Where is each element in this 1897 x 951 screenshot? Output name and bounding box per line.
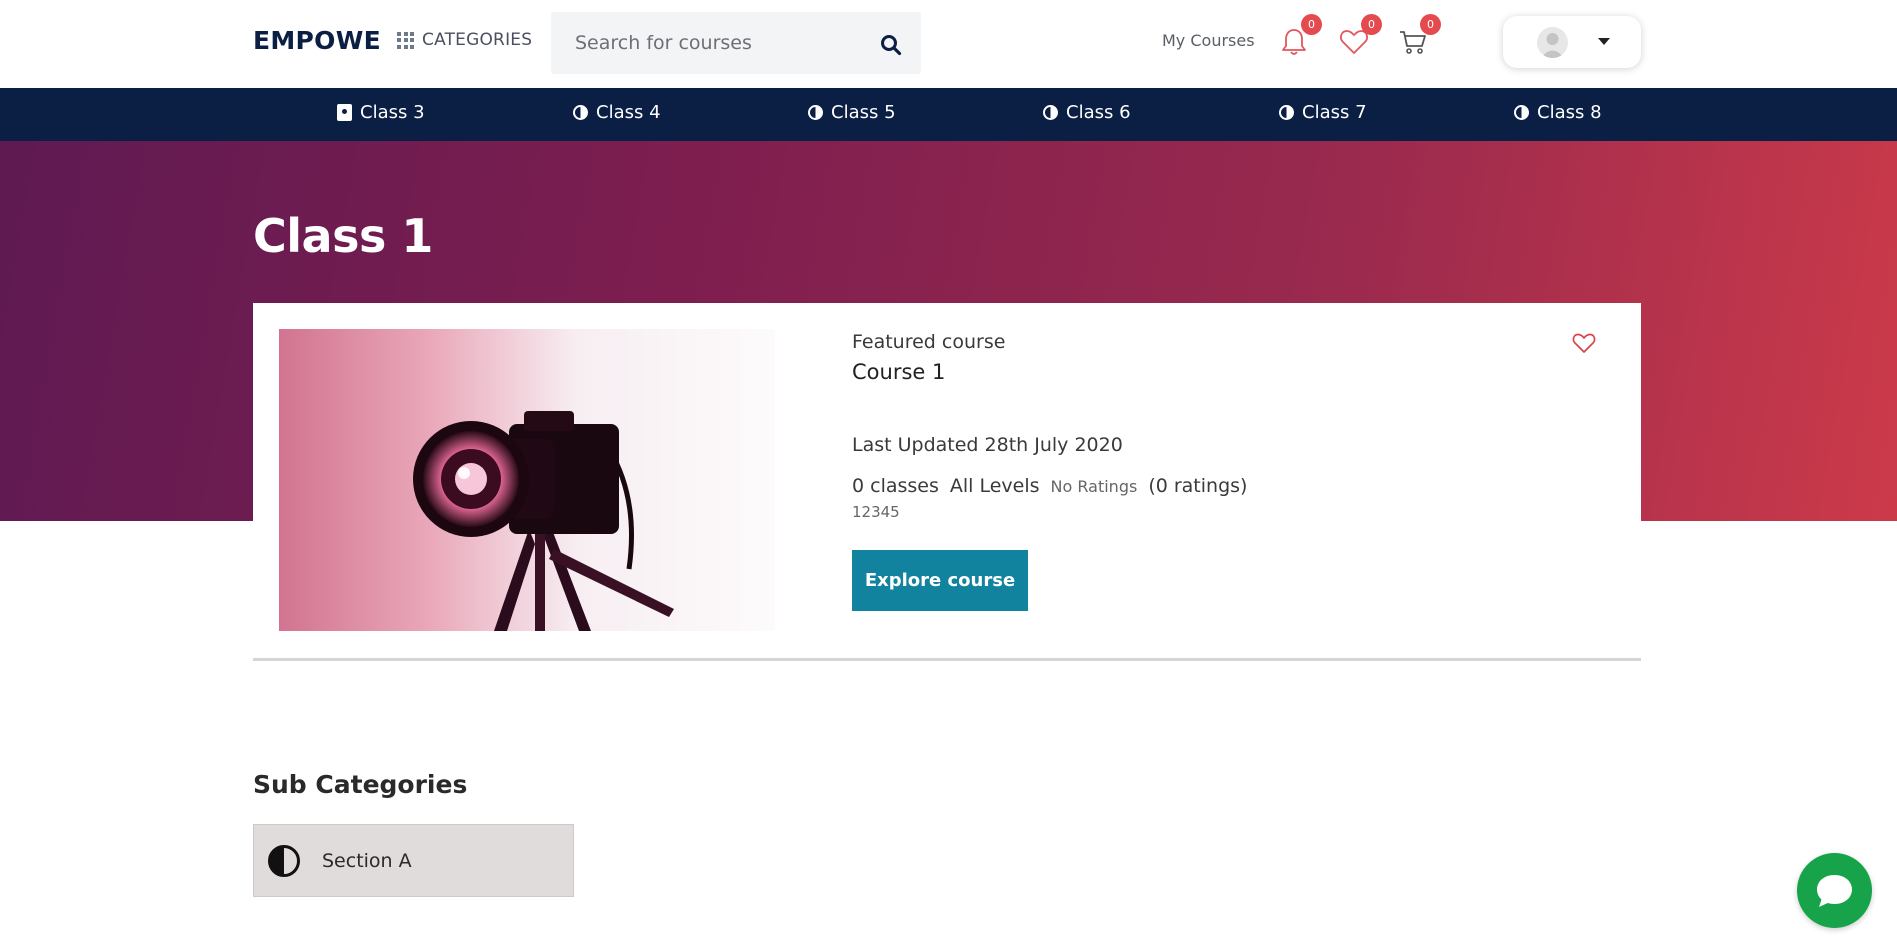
nav-item-class-4[interactable]: Class 4 xyxy=(573,102,661,123)
page-title: Class 1 xyxy=(253,209,433,263)
contact-book-icon xyxy=(337,104,352,121)
user-menu-button[interactable] xyxy=(1503,16,1641,68)
cart-badge: 0 xyxy=(1420,14,1441,35)
nav-item-class-3[interactable]: Class 3 xyxy=(337,102,425,123)
subcategory-label: Section A xyxy=(322,849,412,872)
ratings-text: No Ratings xyxy=(1050,477,1138,496)
nav-item-class-7[interactable]: Class 7 xyxy=(1279,102,1367,123)
my-courses-link[interactable]: My Courses xyxy=(1162,31,1255,50)
camera-image xyxy=(413,411,674,631)
course-code: 12345 xyxy=(852,503,900,521)
heart-icon xyxy=(1572,333,1596,353)
class-count: 0 classes xyxy=(852,475,939,497)
ratings-count: (0 ratings) xyxy=(1148,475,1248,497)
course-title[interactable]: Course 1 xyxy=(852,360,945,384)
chat-widget-button[interactable] xyxy=(1797,853,1872,928)
categories-label: CATEGORIES xyxy=(422,30,533,50)
featured-label: Featured course xyxy=(852,331,1006,353)
half-circle-icon xyxy=(1043,105,1058,120)
half-circle-icon xyxy=(573,105,588,120)
course-meta: 0 classes All Levels No Ratings (0 ratin… xyxy=(852,475,1247,497)
search-icon[interactable] xyxy=(879,33,903,57)
nav-item-label: Class 7 xyxy=(1302,102,1367,123)
nav-item-label: Class 8 xyxy=(1537,102,1602,123)
featured-course-card: Featured course Course 1 Last Updated 28… xyxy=(253,303,1641,661)
chat-bubble-icon xyxy=(1817,875,1852,907)
half-circle-icon xyxy=(268,844,300,877)
top-header: EMPOWE CATEGORIES My Courses 0 0 xyxy=(0,0,1897,88)
subcategories-heading: Sub Categories xyxy=(253,770,468,799)
half-circle-icon xyxy=(808,105,823,120)
nav-item-label: Class 4 xyxy=(596,102,661,123)
nav-item-label: Class 3 xyxy=(360,102,425,123)
half-circle-icon xyxy=(1279,105,1294,120)
course-thumbnail[interactable] xyxy=(279,329,775,631)
notifications-badge: 0 xyxy=(1301,14,1322,35)
avatar xyxy=(1537,27,1568,58)
half-circle-icon xyxy=(1514,105,1529,120)
last-updated: Last Updated 28th July 2020 xyxy=(852,434,1123,456)
nav-item-class-6[interactable]: Class 6 xyxy=(1043,102,1131,123)
class-navbar: Class 3 Class 4 Class 5 Class 6 Class 7 … xyxy=(0,88,1897,141)
nav-item-label: Class 6 xyxy=(1066,102,1131,123)
search-input[interactable] xyxy=(575,28,865,58)
wishlist-badge: 0 xyxy=(1361,14,1382,35)
course-level: All Levels xyxy=(949,475,1040,497)
search-box xyxy=(551,12,921,74)
subcategory-section-a[interactable]: Section A xyxy=(253,824,574,897)
nav-item-class-5[interactable]: Class 5 xyxy=(808,102,896,123)
explore-course-button[interactable]: Explore course xyxy=(852,550,1028,611)
site-logo[interactable]: EMPOWE xyxy=(253,26,381,55)
categories-button[interactable]: CATEGORIES xyxy=(397,30,532,50)
wishlist-button[interactable]: 0 xyxy=(1338,14,1382,60)
cart-button[interactable]: 0 xyxy=(1397,14,1441,60)
chevron-down-icon xyxy=(1598,38,1610,45)
notifications-button[interactable]: 0 xyxy=(1278,14,1322,60)
nav-item-class-8[interactable]: Class 8 xyxy=(1514,102,1602,123)
nav-item-label: Class 5 xyxy=(831,102,896,123)
grid-icon xyxy=(397,31,414,49)
add-to-wishlist-button[interactable] xyxy=(1571,331,1597,355)
